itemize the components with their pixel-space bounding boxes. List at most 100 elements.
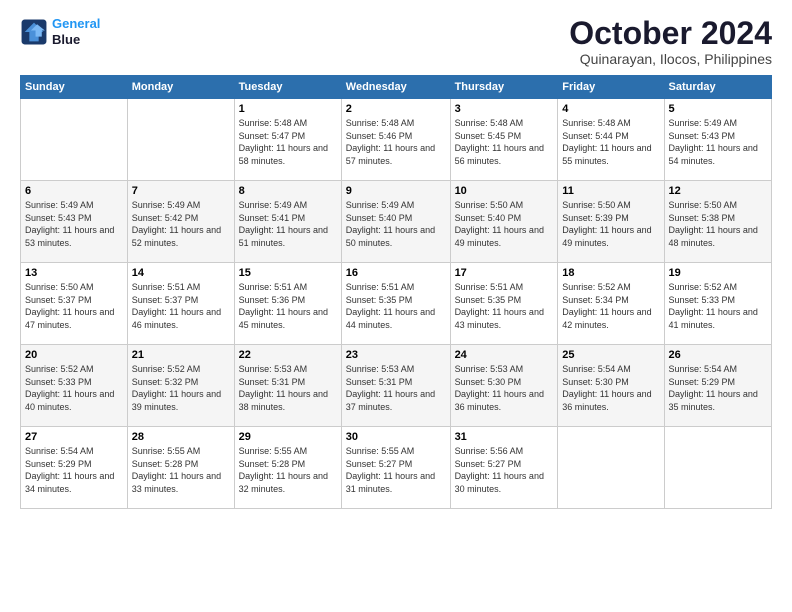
day-info: Sunrise: 5:53 AM Sunset: 5:30 PM Dayligh… bbox=[455, 363, 554, 413]
day-number: 29 bbox=[239, 431, 337, 443]
sunrise-text: Sunrise: 5:51 AM bbox=[455, 282, 524, 292]
sunrise-text: Sunrise: 5:49 AM bbox=[25, 200, 94, 210]
day-number: 30 bbox=[346, 431, 446, 443]
day-number: 15 bbox=[239, 267, 337, 279]
calendar-cell: 16 Sunrise: 5:51 AM Sunset: 5:35 PM Dayl… bbox=[341, 263, 450, 345]
sunrise-text: Sunrise: 5:56 AM bbox=[455, 446, 524, 456]
calendar-cell: 19 Sunrise: 5:52 AM Sunset: 5:33 PM Dayl… bbox=[664, 263, 771, 345]
day-number: 4 bbox=[562, 103, 659, 115]
calendar-cell: 6 Sunrise: 5:49 AM Sunset: 5:43 PM Dayli… bbox=[21, 181, 128, 263]
sunset-text: Sunset: 5:35 PM bbox=[346, 295, 413, 305]
calendar-cell: 27 Sunrise: 5:54 AM Sunset: 5:29 PM Dayl… bbox=[21, 427, 128, 509]
calendar-cell: 29 Sunrise: 5:55 AM Sunset: 5:28 PM Dayl… bbox=[234, 427, 341, 509]
day-number: 7 bbox=[132, 185, 230, 197]
day-info: Sunrise: 5:48 AM Sunset: 5:47 PM Dayligh… bbox=[239, 117, 337, 167]
sunset-text: Sunset: 5:46 PM bbox=[346, 131, 413, 141]
logo-line2: Blue bbox=[52, 32, 100, 48]
sunrise-text: Sunrise: 5:51 AM bbox=[132, 282, 201, 292]
day-info: Sunrise: 5:52 AM Sunset: 5:33 PM Dayligh… bbox=[669, 281, 767, 331]
calendar-cell: 31 Sunrise: 5:56 AM Sunset: 5:27 PM Dayl… bbox=[450, 427, 558, 509]
day-info: Sunrise: 5:48 AM Sunset: 5:45 PM Dayligh… bbox=[455, 117, 554, 167]
sunrise-text: Sunrise: 5:51 AM bbox=[346, 282, 415, 292]
sunset-text: Sunset: 5:30 PM bbox=[562, 377, 629, 387]
logo-line1: General bbox=[52, 16, 100, 31]
sunrise-text: Sunrise: 5:48 AM bbox=[346, 118, 415, 128]
day-info: Sunrise: 5:51 AM Sunset: 5:36 PM Dayligh… bbox=[239, 281, 337, 331]
daylight-text: Daylight: 11 hours and 33 minutes. bbox=[132, 471, 221, 494]
month-title: October 2024 bbox=[569, 16, 772, 51]
sunrise-text: Sunrise: 5:48 AM bbox=[562, 118, 631, 128]
logo-icon bbox=[20, 18, 48, 46]
day-number: 12 bbox=[669, 185, 767, 197]
daylight-text: Daylight: 11 hours and 43 minutes. bbox=[455, 307, 544, 330]
day-number: 19 bbox=[669, 267, 767, 279]
sunrise-text: Sunrise: 5:52 AM bbox=[25, 364, 94, 374]
daylight-text: Daylight: 11 hours and 53 minutes. bbox=[25, 225, 114, 248]
week-row-2: 6 Sunrise: 5:49 AM Sunset: 5:43 PM Dayli… bbox=[21, 181, 772, 263]
day-number: 5 bbox=[669, 103, 767, 115]
daylight-text: Daylight: 11 hours and 44 minutes. bbox=[346, 307, 435, 330]
sunset-text: Sunset: 5:29 PM bbox=[25, 459, 92, 469]
sunrise-text: Sunrise: 5:55 AM bbox=[132, 446, 201, 456]
calendar-cell: 11 Sunrise: 5:50 AM Sunset: 5:39 PM Dayl… bbox=[558, 181, 664, 263]
sunset-text: Sunset: 5:29 PM bbox=[669, 377, 736, 387]
col-wednesday: Wednesday bbox=[341, 76, 450, 99]
page: General Blue October 2024 Quinarayan, Il… bbox=[0, 0, 792, 612]
sunset-text: Sunset: 5:36 PM bbox=[239, 295, 306, 305]
calendar-cell: 20 Sunrise: 5:52 AM Sunset: 5:33 PM Dayl… bbox=[21, 345, 128, 427]
day-number: 14 bbox=[132, 267, 230, 279]
sunrise-text: Sunrise: 5:52 AM bbox=[669, 282, 738, 292]
day-number: 28 bbox=[132, 431, 230, 443]
day-info: Sunrise: 5:49 AM Sunset: 5:43 PM Dayligh… bbox=[25, 199, 123, 249]
calendar-cell: 17 Sunrise: 5:51 AM Sunset: 5:35 PM Dayl… bbox=[450, 263, 558, 345]
day-number: 31 bbox=[455, 431, 554, 443]
sunset-text: Sunset: 5:28 PM bbox=[239, 459, 306, 469]
daylight-text: Daylight: 11 hours and 30 minutes. bbox=[455, 471, 544, 494]
day-number: 22 bbox=[239, 349, 337, 361]
sunset-text: Sunset: 5:41 PM bbox=[239, 213, 306, 223]
calendar-cell: 7 Sunrise: 5:49 AM Sunset: 5:42 PM Dayli… bbox=[127, 181, 234, 263]
day-info: Sunrise: 5:50 AM Sunset: 5:37 PM Dayligh… bbox=[25, 281, 123, 331]
calendar-cell: 18 Sunrise: 5:52 AM Sunset: 5:34 PM Dayl… bbox=[558, 263, 664, 345]
calendar-cell: 8 Sunrise: 5:49 AM Sunset: 5:41 PM Dayli… bbox=[234, 181, 341, 263]
sunset-text: Sunset: 5:34 PM bbox=[562, 295, 629, 305]
sunrise-text: Sunrise: 5:49 AM bbox=[132, 200, 201, 210]
sunset-text: Sunset: 5:42 PM bbox=[132, 213, 199, 223]
sunrise-text: Sunrise: 5:50 AM bbox=[25, 282, 94, 292]
daylight-text: Daylight: 11 hours and 41 minutes. bbox=[669, 307, 758, 330]
daylight-text: Daylight: 11 hours and 32 minutes. bbox=[239, 471, 328, 494]
week-row-4: 20 Sunrise: 5:52 AM Sunset: 5:33 PM Dayl… bbox=[21, 345, 772, 427]
calendar-cell: 23 Sunrise: 5:53 AM Sunset: 5:31 PM Dayl… bbox=[341, 345, 450, 427]
col-saturday: Saturday bbox=[664, 76, 771, 99]
day-info: Sunrise: 5:51 AM Sunset: 5:35 PM Dayligh… bbox=[346, 281, 446, 331]
calendar-cell bbox=[127, 99, 234, 181]
daylight-text: Daylight: 11 hours and 49 minutes. bbox=[455, 225, 544, 248]
daylight-text: Daylight: 11 hours and 38 minutes. bbox=[239, 389, 328, 412]
sunrise-text: Sunrise: 5:55 AM bbox=[239, 446, 308, 456]
daylight-text: Daylight: 11 hours and 49 minutes. bbox=[562, 225, 651, 248]
sunrise-text: Sunrise: 5:53 AM bbox=[239, 364, 308, 374]
calendar-cell: 15 Sunrise: 5:51 AM Sunset: 5:36 PM Dayl… bbox=[234, 263, 341, 345]
sunrise-text: Sunrise: 5:49 AM bbox=[669, 118, 738, 128]
sunset-text: Sunset: 5:44 PM bbox=[562, 131, 629, 141]
calendar-cell bbox=[558, 427, 664, 509]
calendar-cell: 30 Sunrise: 5:55 AM Sunset: 5:27 PM Dayl… bbox=[341, 427, 450, 509]
day-number: 18 bbox=[562, 267, 659, 279]
sunrise-text: Sunrise: 5:52 AM bbox=[562, 282, 631, 292]
daylight-text: Daylight: 11 hours and 34 minutes. bbox=[25, 471, 114, 494]
sunset-text: Sunset: 5:38 PM bbox=[669, 213, 736, 223]
calendar-cell: 22 Sunrise: 5:53 AM Sunset: 5:31 PM Dayl… bbox=[234, 345, 341, 427]
sunset-text: Sunset: 5:40 PM bbox=[455, 213, 522, 223]
sunset-text: Sunset: 5:32 PM bbox=[132, 377, 199, 387]
daylight-text: Daylight: 11 hours and 42 minutes. bbox=[562, 307, 651, 330]
calendar-cell: 1 Sunrise: 5:48 AM Sunset: 5:47 PM Dayli… bbox=[234, 99, 341, 181]
logo-text: General Blue bbox=[52, 16, 100, 47]
day-number: 26 bbox=[669, 349, 767, 361]
sunset-text: Sunset: 5:45 PM bbox=[455, 131, 522, 141]
day-info: Sunrise: 5:55 AM Sunset: 5:28 PM Dayligh… bbox=[239, 445, 337, 495]
day-info: Sunrise: 5:49 AM Sunset: 5:41 PM Dayligh… bbox=[239, 199, 337, 249]
calendar-cell: 3 Sunrise: 5:48 AM Sunset: 5:45 PM Dayli… bbox=[450, 99, 558, 181]
day-number: 10 bbox=[455, 185, 554, 197]
day-info: Sunrise: 5:51 AM Sunset: 5:37 PM Dayligh… bbox=[132, 281, 230, 331]
day-number: 11 bbox=[562, 185, 659, 197]
